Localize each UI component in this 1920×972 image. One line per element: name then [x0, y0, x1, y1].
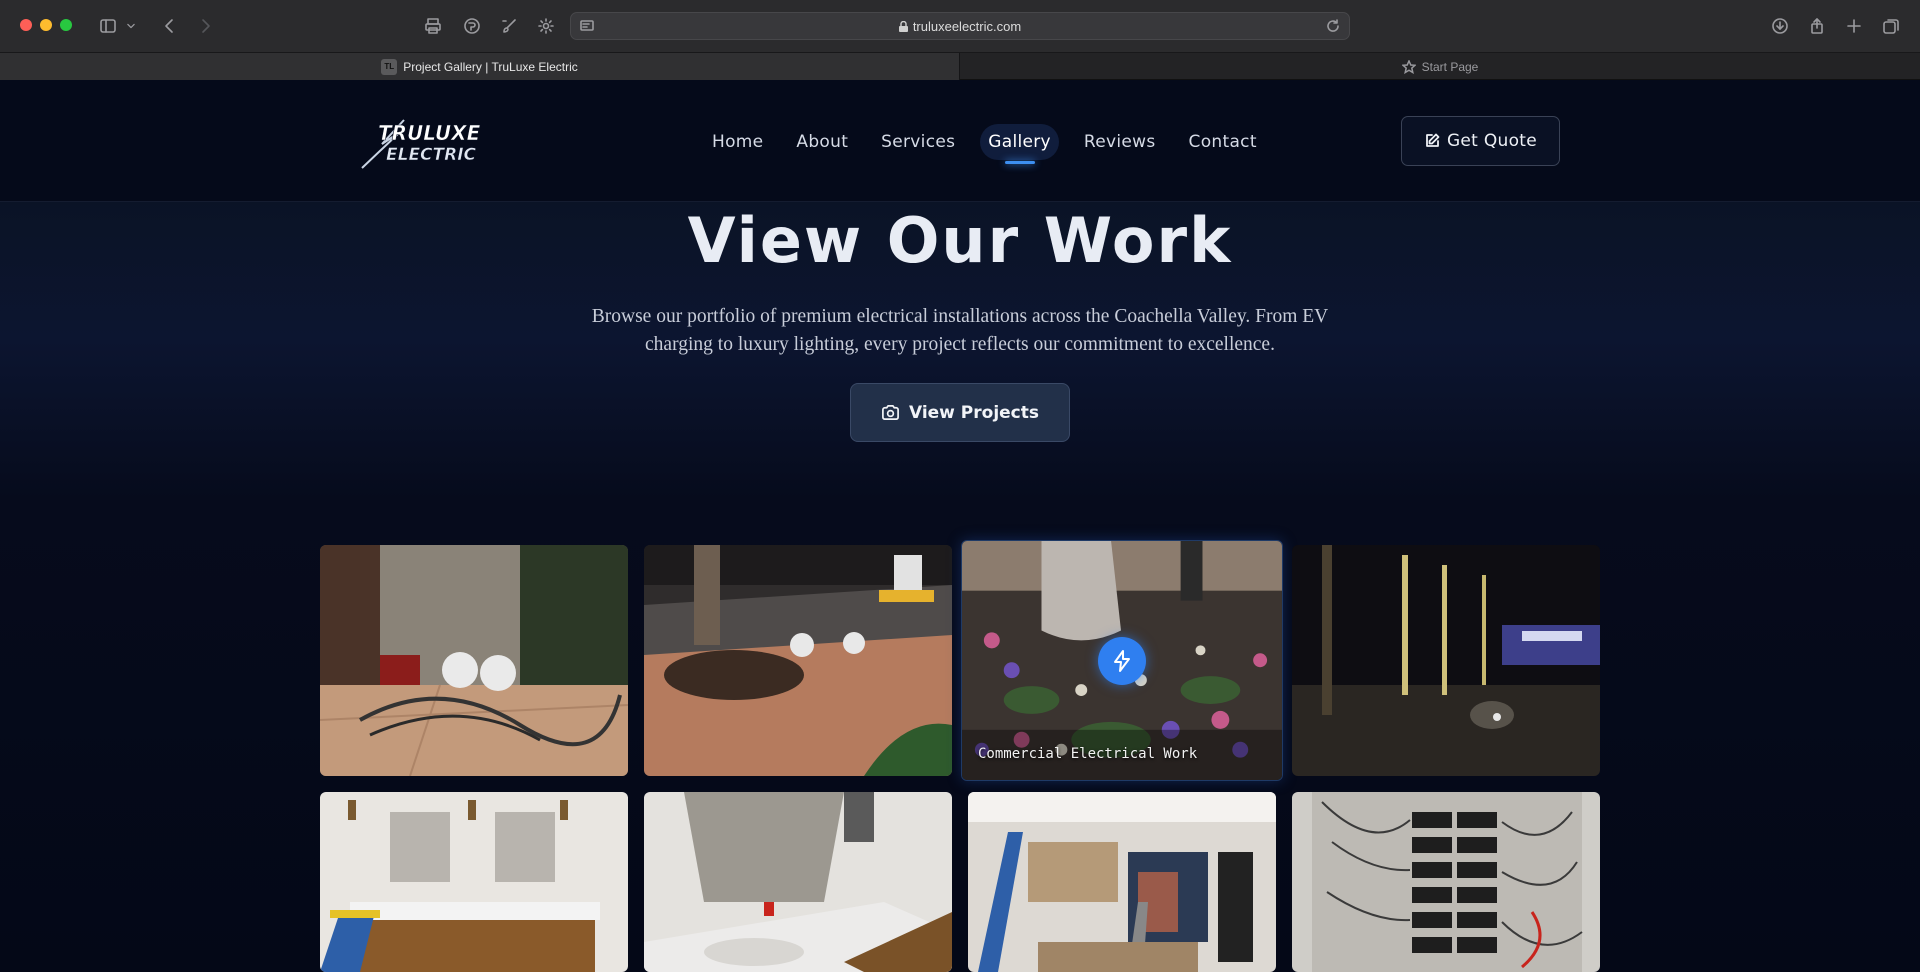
brush-icon[interactable] — [497, 14, 521, 38]
gallery-photo-palm-tree-night-trench[interactable] — [644, 545, 952, 776]
gear-icon[interactable] — [534, 14, 558, 38]
gallery-photo-electrical-panel-wiring[interactable] — [1292, 792, 1600, 972]
get-quote-button[interactable]: Get Quote — [1401, 116, 1560, 166]
view-projects-label: View Projects — [908, 402, 1040, 423]
truluxe-logo[interactable]: TRULUXE ELECTRIC — [360, 114, 506, 170]
gallery-photo-double-vanity-bathroom[interactable] — [320, 792, 628, 972]
tab-overview-icon[interactable] — [1879, 14, 1903, 38]
camera-icon — [882, 404, 899, 421]
nav-contact[interactable]: Contact — [1181, 124, 1265, 160]
edit-icon — [1426, 133, 1440, 147]
minimize-window-button[interactable] — [40, 19, 52, 31]
main-nav: Home About Services Gallery Reviews Cont… — [704, 124, 1282, 164]
tab-project-gallery[interactable]: TL Project Gallery | TruLuxe Electric — [0, 53, 959, 80]
tab-title: Project Gallery | TruLuxe Electric — [403, 59, 578, 74]
favicon-icon: TL — [381, 58, 398, 75]
nav-home[interactable]: Home — [704, 124, 771, 160]
share-icon[interactable] — [1805, 14, 1829, 38]
new-tab-icon[interactable] — [1842, 14, 1866, 38]
gallery-photo-storefront-work-site[interactable] — [320, 545, 628, 776]
sidebar-toggle-icon[interactable] — [96, 14, 120, 38]
downloads-icon[interactable] — [1768, 14, 1792, 38]
gallery-photo-vanity-bathroom-mirror[interactable] — [644, 792, 952, 972]
gallery-photo-night-landscape-lighting[interactable] — [1292, 545, 1600, 776]
view-projects-button[interactable]: View Projects — [850, 383, 1070, 442]
extension-icon[interactable] — [460, 14, 484, 38]
nav-about[interactable]: About — [788, 124, 856, 160]
star-icon — [1400, 58, 1417, 74]
lock-icon — [898, 21, 908, 32]
reload-icon[interactable] — [1325, 18, 1341, 38]
lightning-icon — [1098, 636, 1146, 685]
hero-subtitle: Browse our portfolio of premium electric… — [591, 306, 1329, 355]
browser-toolbar: truluxeelectric.com — [0, 0, 1920, 52]
nav-gallery[interactable]: Gallery — [980, 124, 1059, 164]
page-title: View Our Work — [687, 204, 1233, 277]
svg-text:ELECTRIC: ELECTRIC — [386, 145, 477, 165]
zoom-window-button[interactable] — [60, 19, 72, 31]
close-window-button[interactable] — [20, 19, 32, 31]
forward-button[interactable] — [193, 14, 217, 38]
gallery-photo-kitchen-remodel-ladder[interactable] — [968, 792, 1276, 972]
photo-caption: Commercial Electrical Work — [978, 746, 1198, 762]
tab-bar: TL Project Gallery | TruLuxe Electric St… — [0, 52, 1920, 80]
site-header: TRULUXE ELECTRIC Home About Services Gal… — [0, 80, 1920, 202]
nav-reviews[interactable]: Reviews — [1076, 124, 1164, 160]
url-text: truluxeelectric.com — [571, 19, 1349, 34]
gallery-photo-palm-tree-flowerbed[interactable]: Commercial Electrical Work — [961, 540, 1283, 781]
print-icon[interactable] — [421, 14, 445, 38]
tab-start-page[interactable]: Start Page — [959, 53, 1920, 80]
chevron-down-icon[interactable] — [124, 14, 138, 38]
nav-services[interactable]: Services — [873, 124, 963, 160]
address-bar[interactable]: truluxeelectric.com — [570, 12, 1350, 40]
svg-text:TRULUXE: TRULUXE — [378, 121, 481, 145]
get-quote-label: Get Quote — [1446, 131, 1538, 151]
tab-title: Start Page — [1421, 59, 1479, 74]
page-viewport: TRULUXE ELECTRIC Home About Services Gal… — [0, 80, 1920, 972]
back-button[interactable] — [158, 14, 182, 38]
